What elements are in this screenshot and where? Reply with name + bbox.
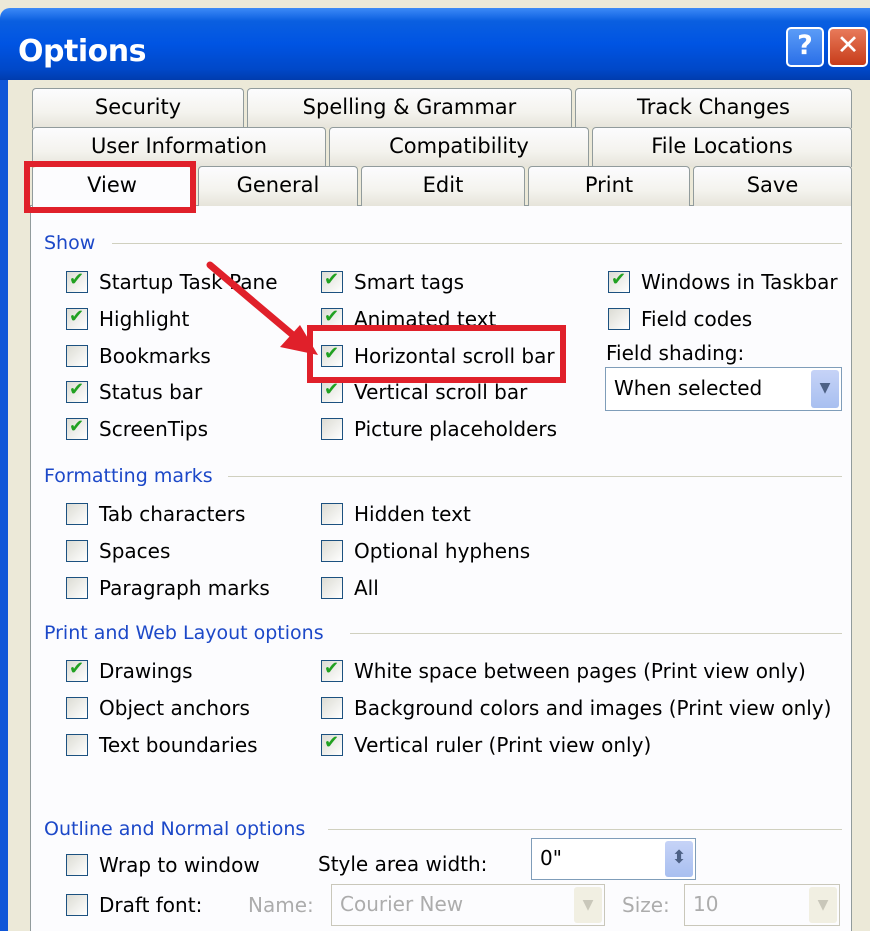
checkbox-box[interactable] bbox=[321, 577, 343, 599]
group-heading-outline-normal: Outline and Normal options bbox=[44, 818, 306, 840]
tab-security[interactable]: Security bbox=[32, 88, 244, 128]
draft-font-name-select[interactable]: Courier New ▼ bbox=[331, 884, 605, 926]
checkbox-label: Text boundaries bbox=[99, 733, 258, 757]
checkbox-label: Smart tags bbox=[354, 270, 465, 294]
title-bar[interactable]: Options ? ✕ bbox=[0, 8, 870, 80]
checkbox-label: All bbox=[354, 576, 379, 600]
group-divider bbox=[350, 633, 842, 634]
checkbox-box[interactable] bbox=[321, 379, 343, 403]
checkbox-box[interactable] bbox=[66, 577, 88, 599]
checkbox-box[interactable] bbox=[66, 503, 88, 525]
checkbox-label: Highlight bbox=[99, 307, 190, 331]
tab-track-changes[interactable]: Track Changes bbox=[575, 88, 852, 128]
checkbox-box[interactable] bbox=[66, 697, 88, 719]
checkbox-label: ScreenTips bbox=[99, 417, 209, 441]
checkbox-box[interactable] bbox=[66, 416, 88, 440]
field-shading-label: Field shading: bbox=[606, 341, 745, 365]
checkbox-label: Picture placeholders bbox=[354, 417, 558, 441]
checkbox-label: White space between pages (Print view on… bbox=[354, 659, 806, 683]
checkbox-box[interactable] bbox=[66, 345, 88, 367]
annotation-arrow-icon bbox=[206, 261, 318, 355]
spinner-icon[interactable]: ⬍ bbox=[665, 841, 693, 877]
chevron-down-icon[interactable]: ▼ bbox=[811, 370, 839, 408]
checkbox-label: Object anchors bbox=[99, 696, 250, 720]
checkbox-label: Background colors and images (Print view… bbox=[354, 696, 832, 720]
draft-font-size-label: Size: bbox=[622, 893, 670, 917]
checkbox-box[interactable] bbox=[66, 894, 88, 916]
group-heading-formatting-marks: Formatting marks bbox=[44, 465, 213, 487]
chevron-down-icon[interactable]: ▼ bbox=[574, 887, 602, 923]
checkbox-label: Vertical ruler (Print view only) bbox=[354, 733, 652, 757]
dialog-title: Options bbox=[18, 34, 146, 69]
checkbox-box[interactable] bbox=[321, 418, 343, 440]
checkbox-label: Field codes bbox=[641, 307, 753, 331]
draft-font-size-value: 10 bbox=[693, 892, 719, 916]
checkbox-box[interactable] bbox=[321, 540, 343, 562]
tab-spelling-grammar[interactable]: Spelling & Grammar bbox=[247, 88, 572, 128]
checkbox-box[interactable] bbox=[66, 658, 88, 682]
tab-compatibility[interactable]: Compatibility bbox=[329, 127, 589, 167]
checkbox-label: Windows in Taskbar bbox=[641, 270, 838, 294]
checkbox-box[interactable] bbox=[66, 269, 88, 293]
style-area-width-label: Style area width: bbox=[318, 852, 488, 876]
checkbox-box[interactable] bbox=[321, 732, 343, 756]
checkbox-box[interactable] bbox=[321, 697, 343, 719]
draft-font-name-value: Courier New bbox=[340, 892, 464, 916]
group-divider bbox=[112, 243, 842, 244]
tab-general[interactable]: General bbox=[198, 166, 358, 206]
annotation-box-horizontal-scroll-bar bbox=[307, 325, 566, 383]
checkbox-label: Hidden text bbox=[354, 502, 471, 526]
checkbox-box[interactable] bbox=[608, 269, 630, 293]
style-area-width-input[interactable]: 0" ⬍ bbox=[531, 838, 696, 880]
checkbox-label: Tab characters bbox=[99, 502, 246, 526]
checkbox-box[interactable] bbox=[66, 540, 88, 562]
checkbox-box[interactable] bbox=[321, 658, 343, 682]
checkbox-label: Optional hyphens bbox=[354, 539, 531, 563]
tab-file-locations[interactable]: File Locations bbox=[592, 127, 852, 167]
checkbox-box[interactable] bbox=[66, 734, 88, 756]
style-area-width-value: 0" bbox=[540, 846, 562, 870]
field-shading-value: When selected bbox=[614, 376, 763, 400]
checkbox-box[interactable] bbox=[66, 854, 88, 876]
checkbox-box[interactable] bbox=[321, 503, 343, 525]
checkbox-label: Status bar bbox=[99, 380, 203, 404]
group-divider bbox=[228, 476, 842, 477]
checkbox-label: Bookmarks bbox=[99, 344, 211, 368]
help-button[interactable]: ? bbox=[786, 27, 824, 67]
draft-font-size-select[interactable]: 10 ▼ bbox=[684, 884, 840, 926]
field-shading-select[interactable]: When selected ▼ bbox=[605, 367, 842, 411]
tab-save[interactable]: Save bbox=[693, 166, 852, 206]
checkbox-box[interactable] bbox=[66, 379, 88, 403]
checkbox-label: Wrap to window bbox=[99, 853, 260, 877]
chevron-down-icon[interactable]: ▼ bbox=[809, 887, 837, 923]
group-divider bbox=[328, 829, 842, 830]
checkbox-label: Paragraph marks bbox=[99, 576, 270, 600]
checkbox-box[interactable] bbox=[608, 308, 630, 330]
draft-font-name-label: Name: bbox=[248, 893, 314, 917]
checkbox-box[interactable] bbox=[66, 306, 88, 330]
close-button[interactable]: ✕ bbox=[828, 27, 868, 67]
checkbox-label: Drawings bbox=[99, 659, 193, 683]
tab-print[interactable]: Print bbox=[528, 166, 690, 206]
options-dialog: Options ? ✕ Security Spelling & Grammar … bbox=[0, 0, 870, 931]
group-heading-print-web-layout: Print and Web Layout options bbox=[44, 622, 324, 644]
tab-edit[interactable]: Edit bbox=[361, 166, 525, 206]
window-frame bbox=[0, 80, 8, 931]
annotation-box-view-tab bbox=[24, 161, 196, 213]
checkbox-label: Draft font: bbox=[99, 893, 203, 917]
group-heading-show: Show bbox=[44, 232, 96, 254]
checkbox-label: Spaces bbox=[99, 539, 171, 563]
